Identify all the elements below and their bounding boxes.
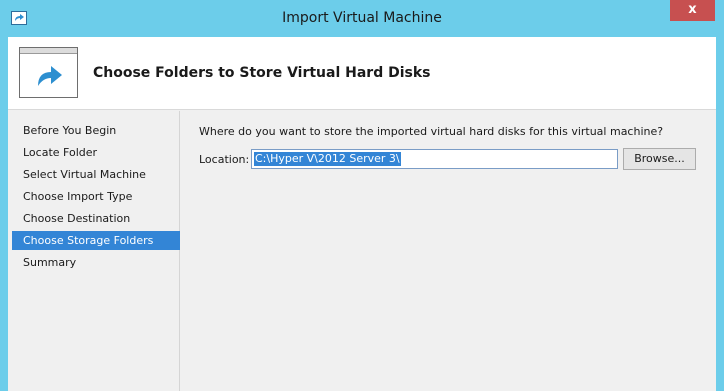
location-input[interactable]: C:\Hyper V\2012 Server 3\ — [251, 149, 618, 169]
nav-item-locate-folder[interactable]: Locate Folder — [12, 143, 180, 162]
nav-item-choose-storage-folders[interactable]: Choose Storage Folders — [12, 231, 180, 250]
page-title: Choose Folders to Store Virtual Hard Dis… — [93, 65, 431, 81]
wizard-header: Choose Folders to Store Virtual Hard Dis… — [8, 37, 716, 110]
nav-item-before-you-begin[interactable]: Before You Begin — [12, 121, 180, 140]
location-input-value[interactable]: C:\Hyper V\2012 Server 3\ — [254, 152, 401, 166]
window-title: Import Virtual Machine — [282, 10, 442, 26]
storage-question: Where do you want to store the imported … — [199, 125, 664, 138]
icon-window-bar — [20, 48, 77, 54]
nav-item-choose-destination[interactable]: Choose Destination — [12, 209, 180, 228]
title-bar[interactable]: Import Virtual Machine x — [0, 0, 724, 36]
browse-button[interactable]: Browse... — [623, 148, 696, 170]
wizard-import-icon — [19, 47, 78, 98]
wizard-client-area: Choose Folders to Store Virtual Hard Dis… — [8, 37, 716, 391]
arrow-icon — [38, 66, 62, 86]
close-button[interactable]: x — [670, 0, 715, 21]
nav-item-select-virtual-machine[interactable]: Select Virtual Machine — [12, 165, 180, 184]
location-label: Location: — [199, 153, 250, 166]
nav-item-choose-import-type[interactable]: Choose Import Type — [12, 187, 180, 206]
wizard-steps-nav: Before You Begin Locate Folder Select Vi… — [8, 111, 180, 391]
window-frame: Import Virtual Machine x Choose Folders … — [0, 0, 724, 391]
wizard-content: Where do you want to store the imported … — [181, 111, 716, 391]
nav-item-summary[interactable]: Summary — [12, 253, 180, 272]
